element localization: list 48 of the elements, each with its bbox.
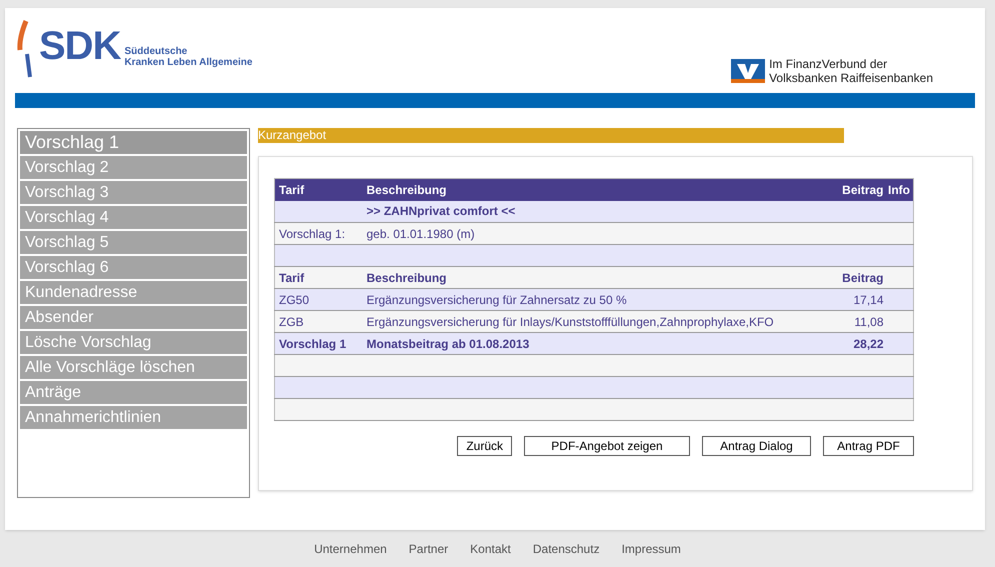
logo-icon (17, 20, 35, 78)
action-button[interactable]: Antrag Dialog (702, 436, 811, 456)
action-button[interactable]: PDF-Angebot zeigen (524, 436, 690, 456)
sidebar-item[interactable]: Kundenadresse (20, 281, 247, 304)
sidebar-item[interactable]: Vorschlag 1 (20, 131, 247, 154)
section-title: Kurzangebot (258, 128, 844, 143)
table-cell: geb. 01.01.1980 (m) (366, 226, 475, 240)
sidebar-item[interactable]: Annahmerichtlinien (20, 406, 247, 429)
table-cell: Monatsbeitrag ab 01.08.2013 (366, 336, 530, 350)
sidebar-item[interactable]: Alle Vorschläge löschen (20, 356, 247, 379)
table-cell: 11,08 (854, 314, 884, 328)
table-cell: Ergänzungsversicherung für Inlays/Kunststofffüllungen,Zahnprophylaxe,KFO (366, 314, 774, 328)
column-header: Beschreibung (366, 182, 447, 197)
footer-link[interactable]: Datenschutz (532, 540, 600, 558)
table-cell: Beschreibung (366, 270, 447, 284)
sidebar-item[interactable]: Vorschlag 4 (20, 206, 247, 229)
sidebar-item[interactable]: Vorschlag 5 (20, 231, 247, 254)
table-cell: Vorschlag 1: (279, 226, 346, 240)
footer-link[interactable]: Impressum (622, 540, 681, 558)
action-button[interactable]: Antrag PDF (823, 436, 914, 456)
sidebar-item[interactable]: Lösche Vorschlag (20, 331, 247, 354)
sidebar-item[interactable]: Vorschlag 6 (20, 256, 247, 279)
column-header: Tarif (279, 182, 304, 197)
column-header: Info (888, 182, 910, 197)
logo-tagline: Kranken Leben Allgemeine (124, 57, 252, 68)
table-cell: Beitrag (842, 270, 884, 284)
sidebar-item[interactable]: Vorschlag 2 (20, 156, 247, 179)
column-header: Beitrag (842, 182, 884, 197)
table-cell: Ergänzungsversicherung für Zahnersatz zu 50 % (366, 292, 627, 306)
sidebar-item[interactable]: Absender (20, 306, 247, 329)
footer-link[interactable]: Unternehmen (314, 540, 387, 558)
bank-logo-icon (731, 59, 766, 83)
partner-text: Im FinanzVerbund der (769, 57, 888, 71)
footer-link[interactable]: Kontakt (470, 540, 511, 558)
table-cell: ZGB (279, 314, 304, 328)
partner-text: Volksbanken Raiffeisenbanken (769, 71, 933, 85)
table-cell: 17,14 (853, 292, 884, 306)
table-cell: Vorschlag 1 (279, 336, 346, 350)
table-cell: ZG50 (279, 292, 310, 306)
logo-text: SDK (39, 26, 120, 66)
footer-link[interactable]: Partner (408, 540, 448, 558)
action-button[interactable]: Zurück (457, 436, 512, 456)
table-cell: 28,22 (853, 336, 884, 350)
logo-tagline: Süddeutsche (124, 46, 188, 57)
sidebar-item[interactable]: Vorschlag 3 (20, 181, 247, 204)
table-cell: Tarif (279, 270, 304, 284)
sidebar-item[interactable]: Anträge (20, 381, 247, 404)
table-cell: >> ZAHNprivat comfort << (366, 204, 516, 218)
